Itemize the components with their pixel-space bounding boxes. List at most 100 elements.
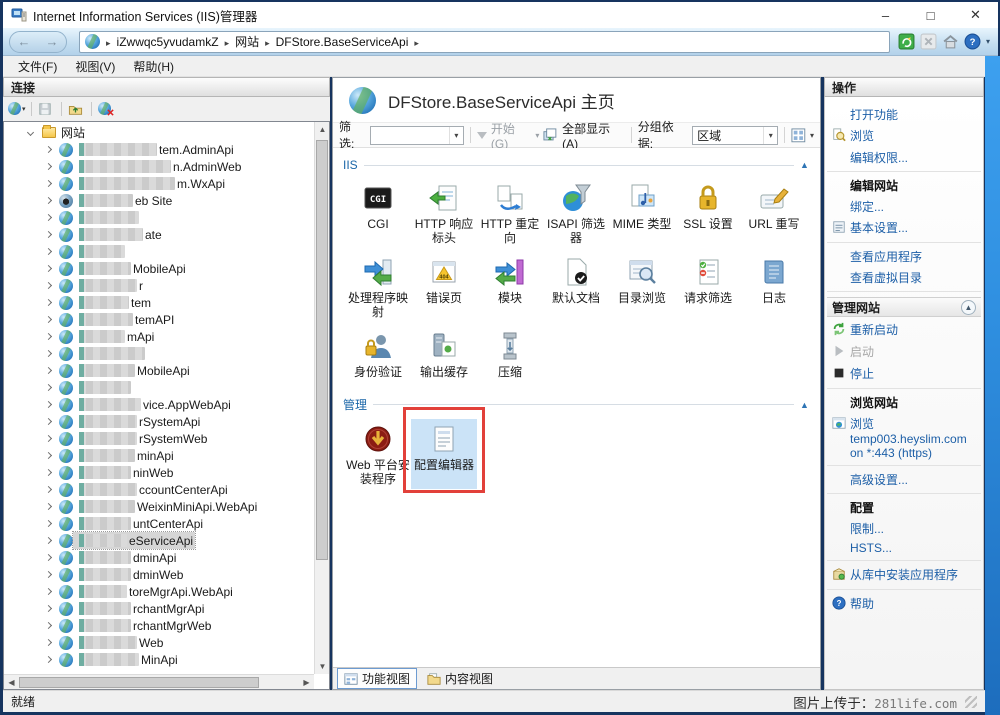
tree-site-row[interactable]: MobileApi <box>4 260 314 277</box>
feature-output-caching[interactable]: 输出缓存 <box>411 326 477 382</box>
chevron-collapsed-icon[interactable] <box>45 180 52 187</box>
tree-site-row[interactable]: ccountCenterApi <box>4 481 314 498</box>
chevron-collapsed-icon[interactable] <box>45 333 52 340</box>
site-label[interactable]: toreMgrApi.WebApi <box>73 583 235 600</box>
breadcrumb-arrow-icon[interactable]: ▸ <box>265 38 270 48</box>
tree-site-row[interactable]: m.WxApi <box>4 175 314 192</box>
tree-site-row[interactable]: dminApi <box>4 549 314 566</box>
tree-site-row[interactable]: MobileApi <box>4 362 314 379</box>
minimize-button[interactable]: – <box>863 2 908 28</box>
site-label[interactable]: rchantMgrWeb <box>73 617 213 634</box>
action-link[interactable]: 浏览 temp003.heyslim.com on *:443 (https) <box>850 415 977 460</box>
chevron-collapsed-icon[interactable] <box>45 537 52 544</box>
close-button[interactable]: ✕ <box>953 2 998 28</box>
feature-configuration-editor[interactable]: 配置编辑器 <box>411 419 477 489</box>
chevron-collapsed-icon[interactable] <box>45 435 52 442</box>
tree-site-row[interactable]: temAPI <box>4 311 314 328</box>
feature-compression[interactable]: 压缩 <box>477 326 543 382</box>
action-link[interactable]: 查看虚拟目录 <box>850 269 977 286</box>
action-link[interactable]: HSTS... <box>850 541 977 555</box>
feature-handler-mappings[interactable]: 处理程序映射 <box>345 252 411 322</box>
action-link[interactable]: 限制... <box>850 520 977 537</box>
action-link[interactable]: 重新启动 <box>850 321 977 338</box>
tree-site-row[interactable]: untCenterApi <box>4 515 314 532</box>
chevron-collapsed-icon[interactable] <box>45 299 52 306</box>
site-label[interactable]: tem.AdminApi <box>73 141 236 158</box>
feature-logging[interactable]: 日志 <box>741 252 807 322</box>
feature-isapi-filters[interactable]: ISAPI 筛选器 <box>543 178 609 248</box>
restart-site-icon[interactable] <box>898 33 915 50</box>
tab-content-view[interactable]: 内容视图 <box>421 669 499 688</box>
action-link[interactable]: 打开功能 <box>850 106 977 123</box>
site-label[interactable]: WeixinMiniApi.WebApi <box>73 498 259 515</box>
site-label[interactable] <box>73 209 141 226</box>
breadcrumb-segment-2[interactable]: DFStore.BaseServiceApi <box>276 35 409 49</box>
menu-item-2[interactable]: 帮助(H) <box>124 56 183 77</box>
go-dropdown-icon[interactable]: ▾ <box>535 131 539 140</box>
site-label[interactable]: rchantMgrApi <box>73 600 206 617</box>
tree-site-row[interactable]: ate <box>4 226 314 243</box>
tree-site-row[interactable]: dminWeb <box>4 566 314 583</box>
address-bar[interactable]: ▸iZwwqc5yvudamkZ▸网站▸DFStore.BaseServiceA… <box>79 31 890 53</box>
disconnect-button[interactable] <box>98 101 115 117</box>
site-label[interactable] <box>73 345 147 362</box>
site-label[interactable]: rSystemWeb <box>73 430 209 447</box>
help-dropdown-icon[interactable]: ▾ <box>986 37 990 46</box>
site-label[interactable]: Web <box>73 634 165 651</box>
site-label[interactable]: mApi <box>73 328 156 345</box>
chevron-collapsed-icon[interactable] <box>45 316 52 323</box>
feature-directory-browsing[interactable]: 目录浏览 <box>609 252 675 322</box>
site-label[interactable]: vice.AppWebApi <box>73 396 233 413</box>
site-label[interactable] <box>73 243 127 260</box>
vertical-scroll-thumb[interactable] <box>316 140 328 560</box>
breadcrumb-arrow-icon[interactable]: ▸ <box>414 38 419 48</box>
tree-site-row[interactable]: WeixinMiniApi.WebApi <box>4 498 314 515</box>
tree-site-row[interactable]: n.AdminWeb <box>4 158 314 175</box>
chevron-collapsed-icon[interactable] <box>45 639 52 646</box>
chevron-collapsed-icon[interactable] <box>45 554 52 561</box>
site-label[interactable]: tem <box>73 294 153 311</box>
action-link[interactable]: 停止 <box>850 365 977 382</box>
chevron-collapsed-icon[interactable] <box>45 622 52 629</box>
chevron-collapsed-icon[interactable] <box>45 503 52 510</box>
scroll-left-arrow[interactable]: ◀ <box>4 675 19 690</box>
home-icon[interactable] <box>942 33 959 50</box>
tree-site-row[interactable] <box>4 379 314 396</box>
site-label[interactable]: eb Site <box>73 192 174 209</box>
tree-site-row[interactable]: tem.AdminApi <box>4 141 314 158</box>
chevron-collapsed-icon[interactable] <box>45 231 52 238</box>
chevron-collapsed-icon[interactable] <box>45 452 52 459</box>
tree-site-row[interactable] <box>4 243 314 260</box>
tree-site-row[interactable]: mApi <box>4 328 314 345</box>
site-label[interactable]: MinApi <box>73 651 180 668</box>
tree-root-websites[interactable]: 网站 <box>4 124 314 141</box>
tree-site-row[interactable]: ninWeb <box>4 464 314 481</box>
action-link[interactable]: 从库中安装应用程序 <box>850 566 977 583</box>
filter-input[interactable]: ▾ <box>370 126 464 145</box>
tree-site-row[interactable] <box>4 209 314 226</box>
chevron-collapsed-icon[interactable] <box>45 656 52 663</box>
tree-vertical-scrollbar[interactable]: ▲ ▼ <box>314 122 329 674</box>
chevron-collapsed-icon[interactable] <box>45 214 52 221</box>
site-label[interactable]: r <box>73 277 145 294</box>
site-label[interactable]: ccountCenterApi <box>73 481 230 498</box>
chevron-collapsed-icon[interactable] <box>45 571 52 578</box>
stop-site-icon[interactable] <box>920 33 937 50</box>
forward-button[interactable]: → <box>46 35 59 48</box>
site-label[interactable]: minApi <box>73 447 176 464</box>
chevron-collapsed-icon[interactable] <box>45 248 52 255</box>
chevron-collapsed-icon[interactable] <box>45 418 52 425</box>
feature-url-rewrite[interactable]: URL 重写 <box>741 178 807 248</box>
action-link[interactable]: 浏览 <box>850 127 977 144</box>
chevron-expanded-icon[interactable] <box>27 129 34 136</box>
maximize-button[interactable]: □ <box>908 2 953 28</box>
site-label[interactable]: ate <box>73 226 164 243</box>
tree-horizontal-scrollbar[interactable]: ◀ ▶ <box>4 674 314 689</box>
section-collapse-icon[interactable]: ▲ <box>800 160 812 170</box>
tree-site-row[interactable]: rchantMgrWeb <box>4 617 314 634</box>
feature-http-redirect[interactable]: HTTP 重定向 <box>477 178 543 248</box>
breadcrumb-segment-0[interactable]: iZwwqc5yvudamkZ <box>117 35 219 49</box>
chevron-collapsed-icon[interactable] <box>45 350 52 357</box>
go-button[interactable]: 开始(G) <box>491 120 531 151</box>
scroll-down-arrow[interactable]: ▼ <box>315 659 330 674</box>
